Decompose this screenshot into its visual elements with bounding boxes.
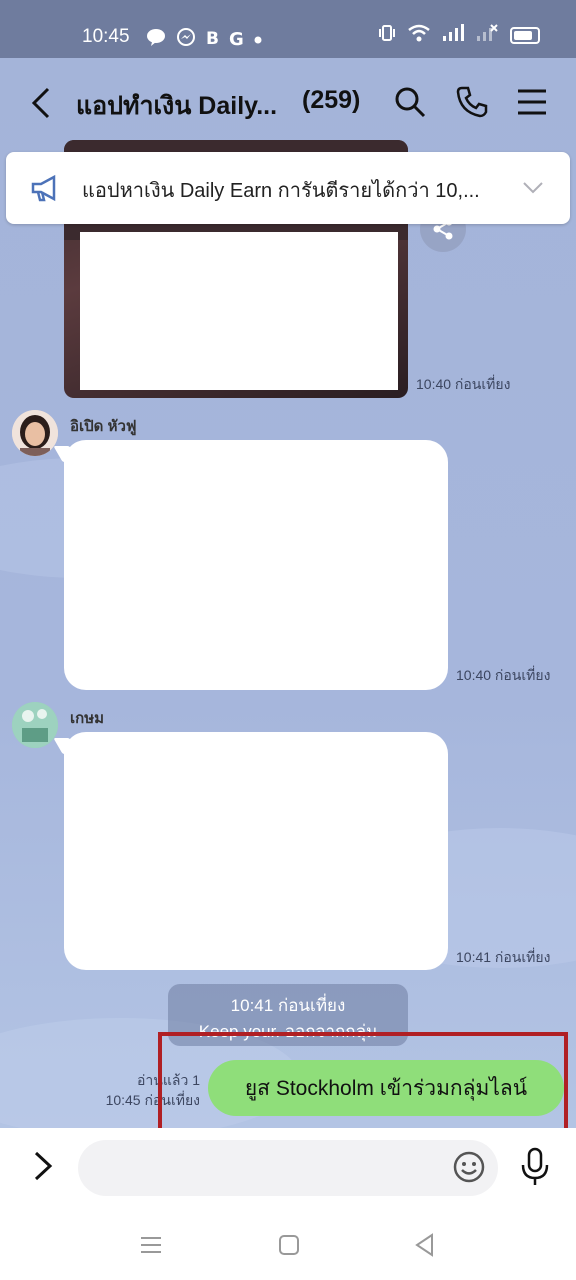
- search-icon: [395, 87, 426, 118]
- chevron-right-icon: [34, 1151, 53, 1181]
- sent-message-text: ยูส Stockholm เข้าร่วมกลุ่มไลน์: [244, 1076, 528, 1100]
- triangle-back-icon: [415, 1233, 433, 1257]
- system-message-time: 10:41 ก่อนเที่ยง: [230, 996, 346, 1015]
- chat-title[interactable]: แอปทำเงิน Daily...: [76, 86, 277, 126]
- expand-button[interactable]: [28, 1148, 58, 1184]
- message-bubble[interactable]: [64, 732, 448, 970]
- announcement-banner[interactable]: แอปหาเงิน Daily Earn การันตีรายได้กว่า 1…: [6, 152, 570, 224]
- search-button[interactable]: [392, 84, 428, 120]
- sender-name: อิเปิด หัวฟู: [70, 418, 137, 435]
- avatar-photo: [12, 410, 58, 456]
- status-notification-icons: B G: [146, 27, 262, 51]
- smiley-icon: [453, 1151, 485, 1183]
- b-icon: B: [206, 29, 219, 49]
- read-status: อ่านแล้ว 1: [137, 1072, 200, 1088]
- signal-icon: [442, 24, 464, 46]
- chevron-down-icon[interactable]: [522, 178, 544, 196]
- phone-icon: [456, 86, 488, 118]
- avatar[interactable]: [12, 702, 58, 748]
- recent-apps-button[interactable]: [138, 1232, 164, 1258]
- call-button[interactable]: [454, 84, 490, 120]
- wifi-icon: [408, 24, 430, 46]
- system-message: 10:41 ก่อนเที่ยง Keep your. ออกจากกลุ่ม: [168, 984, 408, 1046]
- message-input-bar: [0, 1128, 576, 1208]
- sent-message-bubble[interactable]: ยูส Stockholm เข้าร่วมกลุ่มไลน์: [208, 1060, 564, 1116]
- announcement-text: แอปหาเงิน Daily Earn การันตีรายได้กว่า 1…: [82, 180, 480, 202]
- megaphone-icon: [31, 174, 56, 202]
- message-time: 10:40 ก่อนเที่ยง: [416, 376, 511, 392]
- message-time: 10:41 ก่อนเที่ยง: [456, 949, 551, 965]
- system-message-text: Keep your. ออกจากกลุ่ม: [198, 1022, 378, 1041]
- messenger-icon: [176, 27, 196, 51]
- menu-lines-icon: [141, 1237, 161, 1253]
- sender-name: เกษม: [70, 710, 104, 727]
- signal-off-icon: [476, 24, 498, 46]
- image-content: [80, 232, 398, 390]
- square-icon: [279, 1235, 299, 1255]
- sent-time: 10:45 ก่อนเที่ยง: [105, 1092, 200, 1108]
- chat-header: แอปทำเงิน Daily... (259): [0, 58, 576, 150]
- status-system-icons: [378, 24, 540, 46]
- home-button[interactable]: [276, 1232, 302, 1258]
- system-navigation-bar: [0, 1208, 576, 1280]
- chevron-left-icon: [31, 87, 50, 119]
- battery-icon: [510, 26, 540, 44]
- microphone-icon: [521, 1147, 549, 1185]
- status-time: 10:45: [82, 26, 130, 47]
- status-bar: 10:45 B G: [0, 0, 576, 58]
- vibrate-icon: [378, 24, 396, 46]
- message-input[interactable]: [78, 1140, 498, 1196]
- avatar[interactable]: [12, 410, 58, 456]
- microphone-button[interactable]: [518, 1146, 552, 1188]
- read-receipt: อ่านแล้ว 1 10:45 ก่อนเที่ยง: [80, 1070, 200, 1110]
- back-nav-button[interactable]: [412, 1232, 438, 1258]
- menu-button[interactable]: [514, 84, 550, 120]
- message-time: 10:40 ก่อนเที่ยง: [456, 667, 551, 683]
- back-button[interactable]: [28, 86, 58, 120]
- dot-icon: [254, 30, 262, 48]
- member-count: (259): [302, 86, 361, 114]
- line-icon: [146, 28, 166, 50]
- emoji-button[interactable]: [452, 1150, 486, 1184]
- hamburger-menu-icon: [518, 89, 546, 115]
- message-bubble[interactable]: [64, 440, 448, 690]
- avatar-photo: [12, 702, 58, 748]
- g-icon: G: [228, 28, 244, 50]
